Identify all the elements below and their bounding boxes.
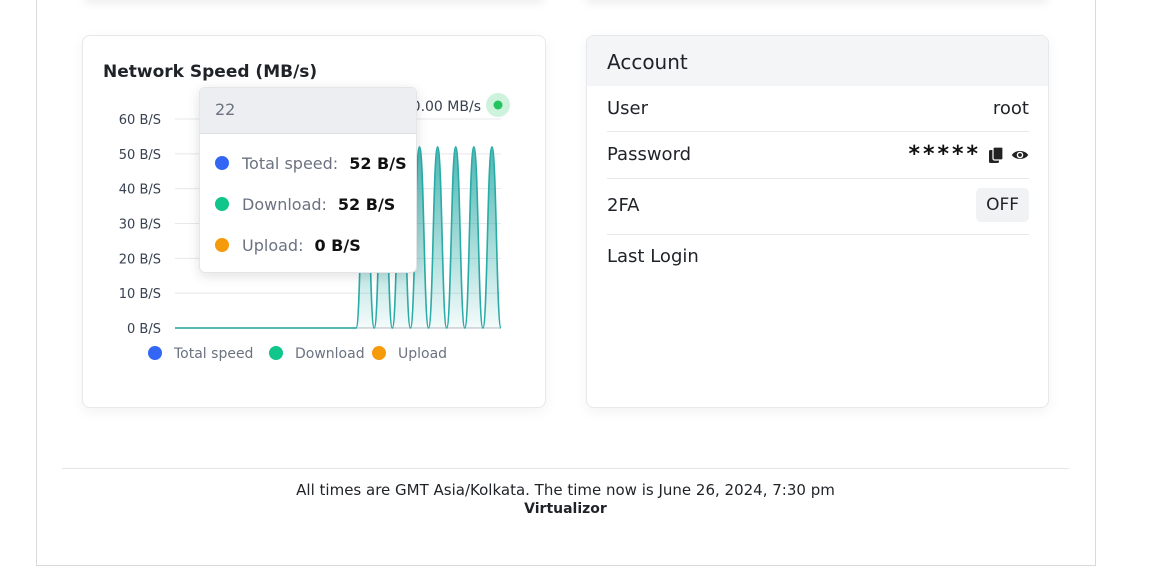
legend-label: Download bbox=[295, 346, 365, 362]
divider bbox=[607, 131, 1029, 132]
legend-dot-icon bbox=[372, 346, 386, 360]
account-row-password: Password ***** bbox=[607, 142, 1029, 167]
chart-tooltip: 22 Total speed: 52 B/S Download: 52 B/S … bbox=[199, 87, 417, 273]
y-tick-label: 40 B/S bbox=[119, 183, 161, 198]
account-row-2fa: 2FA OFF bbox=[607, 188, 1029, 222]
divider bbox=[607, 178, 1029, 179]
tooltip-row-download: Download: 52 B/S bbox=[215, 193, 395, 215]
account-title: Account bbox=[587, 36, 1048, 86]
y-tick-label: 20 B/S bbox=[119, 252, 161, 267]
last-login-label: Last Login bbox=[607, 246, 699, 267]
password-controls: ***** bbox=[908, 142, 1029, 167]
legend-label: Total speed bbox=[173, 346, 253, 362]
live-status-dot-icon bbox=[493, 100, 503, 110]
tooltip-value: 0 B/S bbox=[314, 235, 361, 255]
copy-icon[interactable] bbox=[987, 145, 1005, 164]
account-card: Account User root Password ***** 2FA OFF… bbox=[586, 35, 1049, 408]
footer-divider bbox=[62, 468, 1069, 469]
current-speed-label: 0.00 MB/s bbox=[412, 99, 481, 115]
legend-dot-icon bbox=[148, 346, 162, 360]
password-label: Password bbox=[607, 144, 692, 165]
legend-label: Upload bbox=[398, 346, 447, 362]
divider bbox=[607, 234, 1029, 235]
account-row-user: User root bbox=[607, 98, 1029, 119]
twofa-label: 2FA bbox=[607, 194, 640, 216]
tooltip-row-upload: Upload: 0 B/S bbox=[215, 234, 361, 256]
tooltip-label: Download: bbox=[242, 194, 327, 214]
y-tick-label: 60 B/S bbox=[119, 113, 161, 128]
legend-dot-icon bbox=[269, 346, 283, 360]
y-tick-label: 10 B/S bbox=[119, 287, 161, 302]
tooltip-label: Total speed: bbox=[242, 153, 339, 173]
tooltip-row-total: Total speed: 52 B/S bbox=[215, 152, 407, 174]
footer-timezone-note: All times are GMT Asia/Kolkata. The time… bbox=[296, 481, 835, 499]
password-masked-value: ***** bbox=[908, 142, 981, 167]
twofa-status-badge[interactable]: OFF bbox=[976, 188, 1029, 222]
account-row-last-login: Last Login bbox=[607, 246, 1029, 267]
eye-icon[interactable] bbox=[1011, 146, 1029, 164]
user-label: User bbox=[607, 98, 649, 119]
tooltip-value: 52 B/S bbox=[337, 194, 396, 214]
y-tick-label: 0 B/S bbox=[127, 322, 161, 337]
network-speed-card: Network Speed (MB/s) 0 B/S 10 B/S 20 B/S 30… bbox=[82, 35, 546, 408]
y-tick-label: 30 B/S bbox=[119, 218, 161, 233]
tooltip-value: 52 B/S bbox=[349, 153, 407, 173]
y-tick-label: 50 B/S bbox=[119, 148, 161, 163]
total-speed-dot-icon bbox=[215, 156, 229, 170]
user-value: root bbox=[992, 98, 1029, 119]
tooltip-header: 22 bbox=[200, 88, 416, 134]
footer-brand: Virtualizor bbox=[524, 501, 607, 517]
download-dot-icon bbox=[215, 197, 229, 211]
upload-dot-icon bbox=[215, 238, 229, 252]
tooltip-label: Upload: bbox=[242, 235, 304, 255]
